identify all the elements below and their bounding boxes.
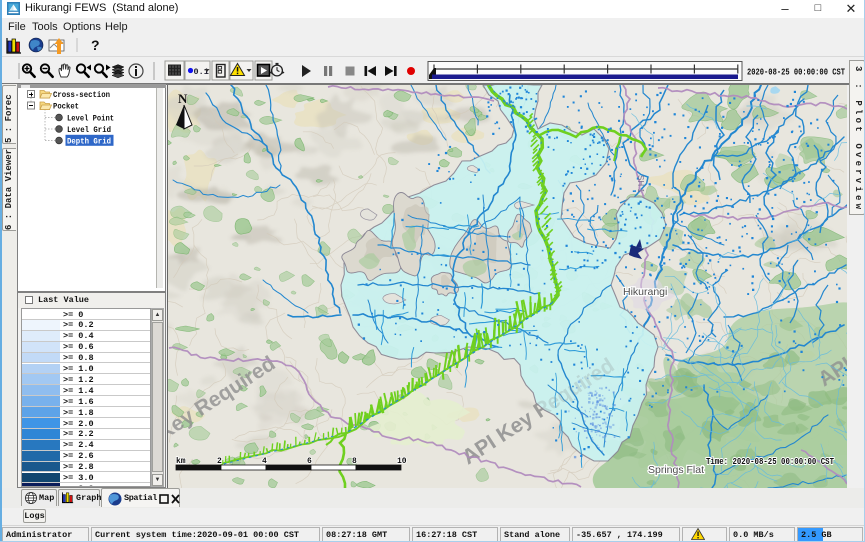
svg-text:2020-08-25 00:00:00 CST: 2020-08-25 00:00:00 CST: [747, 67, 845, 78]
svg-text:Hikurangi: Hikurangi: [623, 286, 667, 298]
svg-text:Level Point: Level Point: [67, 114, 114, 124]
svg-text:Springs Flat: Springs Flat: [648, 464, 704, 476]
svg-text:?: ?: [91, 37, 100, 53]
svg-text:Depth Grid: Depth Grid: [67, 137, 111, 147]
svg-text:Pocket: Pocket: [53, 102, 79, 112]
svg-text:Cross-section: Cross-section: [53, 90, 110, 100]
svg-text:0.1: 0.1: [194, 67, 209, 77]
svg-text:SH 1: SH 1: [636, 175, 645, 193]
svg-text:N: N: [178, 91, 188, 106]
svg-text:Level Grid: Level Grid: [67, 125, 111, 135]
svg-text:Time: 2020-08-25 00:00:00 CST: Time: 2020-08-25 00:00:00 CST: [706, 456, 834, 467]
